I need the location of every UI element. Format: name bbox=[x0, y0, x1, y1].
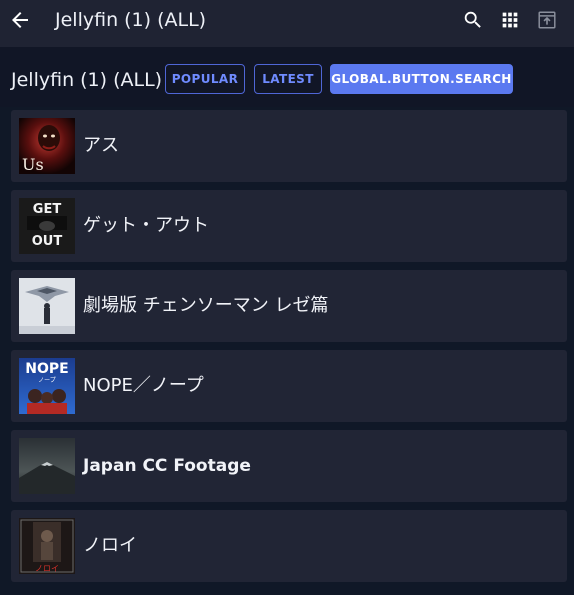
search-button[interactable]: GLOBAL.BUTTON.SEARCH bbox=[330, 64, 513, 94]
poster-thumbnail bbox=[19, 438, 75, 494]
list-item[interactable]: NOPE ノープ NOPE／ノープ bbox=[11, 350, 567, 422]
item-title: ゲット・アウト bbox=[83, 215, 209, 236]
grid-view-icon[interactable] bbox=[499, 9, 521, 31]
svg-text:OUT: OUT bbox=[32, 234, 63, 249]
upload-icon[interactable] bbox=[536, 9, 558, 31]
poster-thumbnail: GET OUT bbox=[19, 198, 75, 254]
search-icon[interactable] bbox=[462, 9, 484, 31]
item-title: 劇場版 チェンソーマン レゼ篇 bbox=[83, 295, 329, 316]
back-arrow-icon[interactable] bbox=[8, 8, 32, 32]
item-title: NOPE／ノープ bbox=[83, 375, 204, 396]
list-item[interactable]: Us アス bbox=[11, 110, 567, 182]
latest-button[interactable]: LATEST bbox=[254, 64, 322, 94]
svg-text:ノープ: ノープ bbox=[38, 377, 56, 384]
section-title: Jellyfin (1) (ALL) bbox=[11, 69, 163, 91]
item-title: ノロイ bbox=[83, 535, 137, 556]
svg-text:ノロイ: ノロイ bbox=[35, 564, 59, 573]
poster-thumbnail bbox=[19, 278, 75, 334]
list-item[interactable]: 劇場版 チェンソーマン レゼ篇 bbox=[11, 270, 567, 342]
app-title: Jellyfin (1) (ALL) bbox=[55, 9, 207, 31]
item-title: アス bbox=[83, 135, 119, 156]
poster-thumbnail: ノロイ bbox=[19, 518, 75, 574]
poster-thumbnail: Us bbox=[19, 118, 75, 174]
svg-text:NOPE: NOPE bbox=[25, 361, 68, 377]
poster-thumbnail: NOPE ノープ bbox=[19, 358, 75, 414]
list-item[interactable]: Japan CC Footage bbox=[11, 430, 567, 502]
app-bar: Jellyfin (1) (ALL) bbox=[0, 0, 574, 47]
popular-button[interactable]: POPULAR bbox=[165, 64, 245, 94]
svg-text:GET: GET bbox=[33, 202, 62, 217]
media-list: Us アス GET OUT ゲット・アウト 劇場版 チェンソーマン レゼ篇 NO… bbox=[11, 110, 567, 590]
list-item[interactable]: GET OUT ゲット・アウト bbox=[11, 190, 567, 262]
section-header: Jellyfin (1) (ALL) POPULAR LATEST GLOBAL… bbox=[0, 47, 574, 107]
item-title: Japan CC Footage bbox=[83, 456, 251, 476]
list-item[interactable]: ノロイ ノロイ bbox=[11, 510, 567, 582]
svg-text:Us: Us bbox=[22, 155, 44, 174]
